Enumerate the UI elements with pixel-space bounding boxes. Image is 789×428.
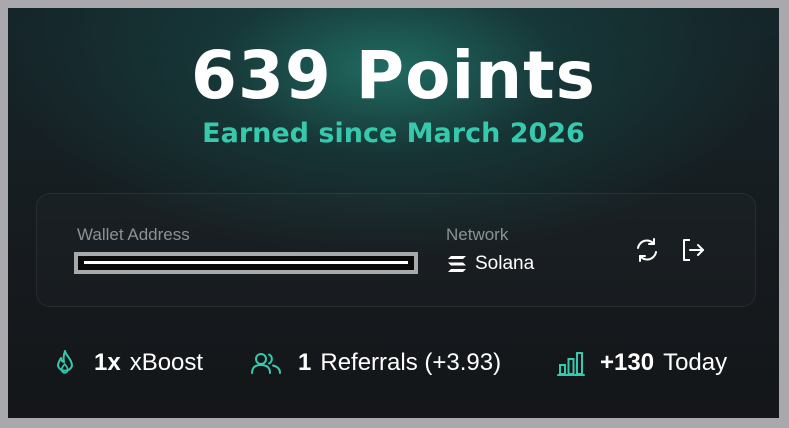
- boost-label: xBoost: [129, 349, 204, 376]
- network-value: Solana: [447, 253, 534, 275]
- wallet-address-label: Wallet Address: [77, 225, 190, 244]
- network-name: Solana: [475, 253, 535, 274]
- boost-stat: 1x xBoost: [50, 348, 203, 378]
- referrals-label: Referrals (+3.93): [320, 349, 502, 376]
- referrals-stat: 1 Referrals (+3.93): [248, 348, 501, 378]
- points-card: 639 Points Earned since March 2026 Walle…: [8, 8, 779, 418]
- today-value: +130: [600, 349, 655, 376]
- wallet-panel: Wallet Address Network Solana: [36, 193, 756, 307]
- solana-icon: [448, 256, 466, 272]
- refresh-button[interactable]: [633, 236, 661, 264]
- stats-row: 1x xBoost 1 Referrals (+3.93) +130 Today: [8, 338, 779, 388]
- users-icon: [251, 353, 281, 374]
- logout-button[interactable]: [679, 236, 707, 264]
- points-headline: 639 Points: [191, 37, 596, 114]
- wallet-address-redacted: [84, 261, 408, 264]
- earned-since-subtitle: Earned since March 2026: [202, 118, 585, 149]
- flame-icon: [57, 350, 73, 374]
- today-label: Today: [663, 349, 728, 376]
- wallet-address-value: [74, 252, 418, 274]
- network-label: Network: [446, 225, 509, 244]
- bar-chart-icon: [557, 352, 585, 376]
- today-stat: +130 Today: [556, 348, 727, 378]
- boost-value: 1x: [94, 349, 121, 376]
- referrals-value: 1: [298, 349, 312, 376]
- logout-icon: [683, 239, 704, 261]
- refresh-icon: [637, 238, 657, 262]
